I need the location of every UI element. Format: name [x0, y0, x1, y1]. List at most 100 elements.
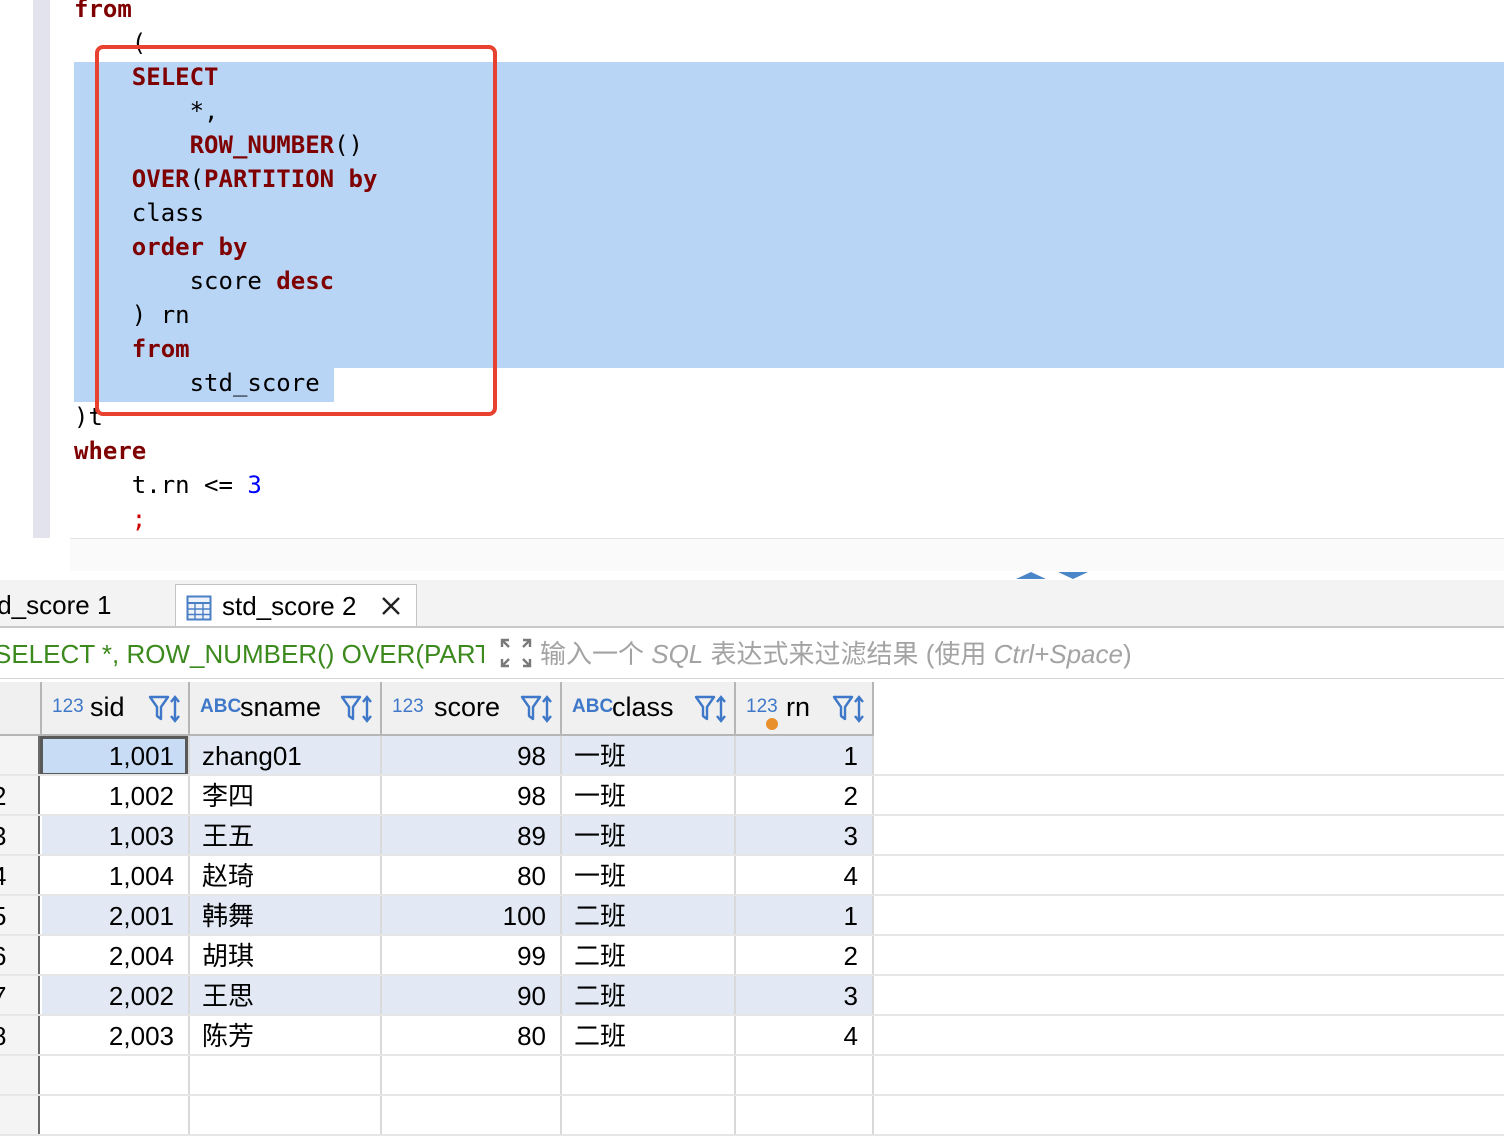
- table-cell[interactable]: 二班: [562, 976, 736, 1014]
- table-cell[interactable]: 99: [382, 936, 562, 974]
- expand-icon[interactable]: [500, 638, 532, 668]
- filter-sort-icon[interactable]: [340, 694, 374, 724]
- column-name: sid: [90, 692, 125, 722]
- column-header-rn[interactable]: 123 rn: [736, 682, 874, 736]
- filter-sort-icon[interactable]: [520, 694, 554, 724]
- filter-sort-icon[interactable]: [694, 694, 728, 724]
- code-line[interactable]: from: [74, 0, 132, 26]
- column-header-score[interactable]: 123 score: [382, 682, 562, 736]
- table-cell[interactable]: zhang01: [190, 736, 382, 774]
- table-row[interactable]: 82,003陈芳80二班4: [0, 1016, 1504, 1056]
- table-row[interactable]: [0, 1096, 1504, 1136]
- filter-sort-icon[interactable]: [832, 694, 866, 724]
- column-type-label: 123: [392, 696, 424, 717]
- table-cell[interactable]: 李四: [190, 776, 382, 814]
- tab-label: std_score 2: [222, 591, 357, 621]
- table-cell[interactable]: [562, 1096, 736, 1134]
- table-cell[interactable]: 一班: [562, 856, 736, 894]
- table-cell[interactable]: [42, 1096, 190, 1134]
- column-header-sname[interactable]: ABC sname: [190, 682, 382, 736]
- table-cell[interactable]: 98: [382, 736, 562, 774]
- table-cell[interactable]: 4: [736, 856, 874, 894]
- table-cell[interactable]: [190, 1056, 382, 1094]
- table-cell[interactable]: 2: [736, 936, 874, 974]
- code-line[interactable]: t.rn <= 3: [74, 468, 262, 502]
- code-line[interactable]: ;: [74, 502, 146, 536]
- column-type-label: 123: [746, 696, 778, 717]
- key-indicator-icon: [766, 718, 778, 730]
- result-grid[interactable]: 123 sid ABC sname 123 score ABC class 123 rn 1,00…: [0, 682, 1504, 1136]
- table-cell[interactable]: 4: [736, 1016, 874, 1054]
- table-cell[interactable]: 王五: [190, 816, 382, 854]
- table-cell[interactable]: 3: [736, 816, 874, 854]
- table-row[interactable]: [0, 1056, 1504, 1096]
- table-cell[interactable]: [736, 1096, 874, 1134]
- table-cell[interactable]: 100: [382, 896, 562, 934]
- filter-placeholder-sql: SQL: [651, 639, 704, 669]
- tab-std-score-1[interactable]: td_score 1: [0, 584, 170, 626]
- table-cell[interactable]: 二班: [562, 936, 736, 974]
- table-cell[interactable]: 80: [382, 1016, 562, 1054]
- table-cell[interactable]: 1,001: [42, 736, 190, 774]
- table-cell[interactable]: [42, 1056, 190, 1094]
- code-token: from: [74, 0, 132, 23]
- table-cell[interactable]: [562, 1056, 736, 1094]
- panel-split-arrows-icon[interactable]: [1014, 570, 1090, 580]
- code-line[interactable]: where: [74, 434, 146, 468]
- filter-input[interactable]: 输入一个 SQL 表达式来过滤结果 (使用 Ctrl+Space): [540, 628, 1490, 678]
- table-cell[interactable]: 一班: [562, 776, 736, 814]
- table-cell[interactable]: 赵琦: [190, 856, 382, 894]
- row-number: [0, 1056, 40, 1094]
- table-row[interactable]: 52,001韩舞100二班1: [0, 896, 1504, 936]
- table-cell[interactable]: [736, 1056, 874, 1094]
- table-row[interactable]: 21,002李四98一班2: [0, 776, 1504, 816]
- row-number: 7: [0, 976, 40, 1014]
- row-number: [0, 1096, 40, 1134]
- table-cell[interactable]: 98: [382, 776, 562, 814]
- table-cell[interactable]: 1,002: [42, 776, 190, 814]
- table-cell[interactable]: 89: [382, 816, 562, 854]
- table-cell[interactable]: 1: [736, 896, 874, 934]
- code-token: 3: [247, 471, 262, 499]
- table-cell[interactable]: 2,002: [42, 976, 190, 1014]
- table-row[interactable]: 62,004胡琪99二班2: [0, 936, 1504, 976]
- table-row[interactable]: 1,001 zhang01 98 一班 1: [0, 736, 1504, 776]
- table-cell[interactable]: [382, 1056, 562, 1094]
- close-icon[interactable]: [381, 596, 401, 616]
- table-row[interactable]: 41,004赵琦80一班4: [0, 856, 1504, 896]
- column-header-sid[interactable]: 123 sid: [42, 682, 190, 736]
- table-cell[interactable]: 90: [382, 976, 562, 1014]
- table-cell[interactable]: 一班: [562, 736, 736, 774]
- table-cell[interactable]: 胡琪: [190, 936, 382, 974]
- table-cell[interactable]: 2,004: [42, 936, 190, 974]
- table-cell[interactable]: 2: [736, 776, 874, 814]
- filter-bar: SELECT *, ROW_NUMBER() OVER(PARTITION 输入…: [0, 628, 1504, 679]
- table-cell[interactable]: [382, 1096, 562, 1134]
- table-cell[interactable]: 二班: [562, 1016, 736, 1054]
- tab-std-score-2[interactable]: std_score 2: [175, 584, 417, 626]
- filter-placeholder-suffix: ): [1122, 639, 1132, 669]
- table-cell[interactable]: 韩舞: [190, 896, 382, 934]
- table-cell[interactable]: 80: [382, 856, 562, 894]
- table-row[interactable]: 72,002王思90二班3: [0, 976, 1504, 1016]
- column-name: score: [434, 692, 501, 722]
- column-header-class[interactable]: ABC class: [562, 682, 736, 736]
- table-cell[interactable]: 2,003: [42, 1016, 190, 1054]
- table-cell[interactable]: 1,003: [42, 816, 190, 854]
- highlight-annotation-box: [95, 45, 497, 416]
- column-name: class: [612, 692, 674, 722]
- table-cell[interactable]: 一班: [562, 816, 736, 854]
- table-cell[interactable]: 1: [736, 736, 874, 774]
- table-cell[interactable]: 陈芳: [190, 1016, 382, 1054]
- table-row[interactable]: 31,003王五89一班3: [0, 816, 1504, 856]
- filter-sort-icon[interactable]: [148, 694, 182, 724]
- sql-editor[interactable]: from ( SELECT *, ROW_NUMBER() OVER(PARTI…: [0, 0, 1504, 571]
- table-cell[interactable]: 王思: [190, 976, 382, 1014]
- table-cell[interactable]: 二班: [562, 896, 736, 934]
- query-text: SELECT *, ROW_NUMBER() OVER(PARTITION: [0, 639, 484, 669]
- result-tabs: td_score 1 std_score 2: [0, 580, 1504, 628]
- table-cell[interactable]: 1,004: [42, 856, 190, 894]
- table-cell[interactable]: [190, 1096, 382, 1134]
- table-cell[interactable]: 3: [736, 976, 874, 1014]
- table-cell[interactable]: 2,001: [42, 896, 190, 934]
